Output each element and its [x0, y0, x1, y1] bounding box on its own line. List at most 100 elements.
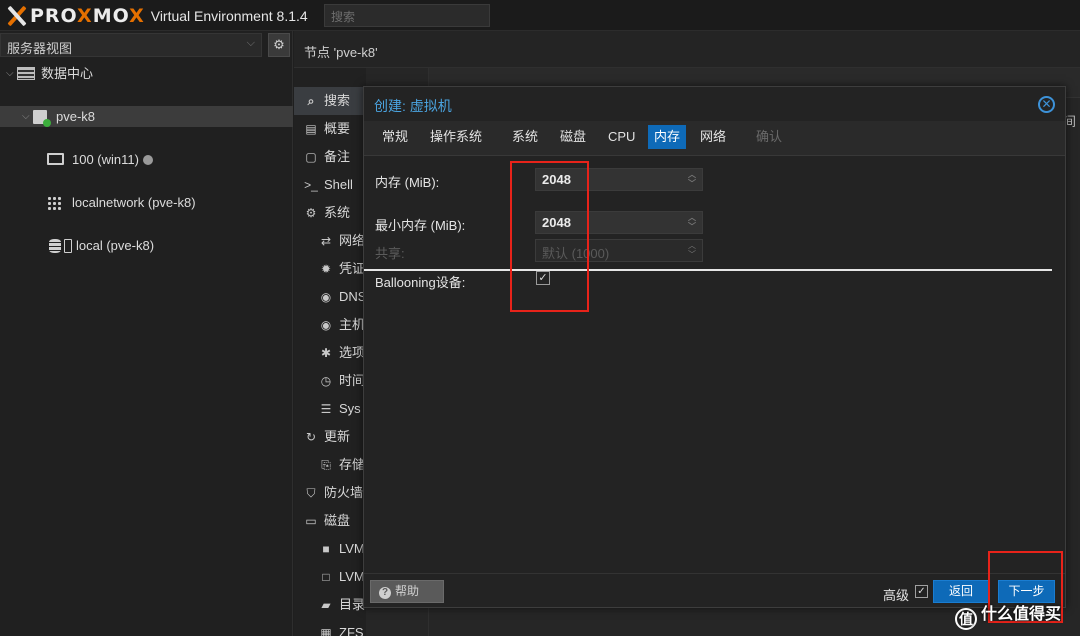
refresh-icon: ↻	[305, 430, 317, 444]
menu-item[interactable]: ⎘ 存储	[294, 451, 366, 479]
version-label: Virtual Environment 8.1.4	[150, 8, 308, 24]
section-divider	[364, 269, 1052, 271]
menu-item-label: 存储	[339, 457, 366, 472]
folder-icon: ▰	[321, 598, 331, 612]
tab-1[interactable]: 操作系统	[424, 125, 488, 149]
menu-item[interactable]: ✹ 凭证	[294, 255, 366, 283]
close-icon[interactable]: ✕	[1038, 96, 1055, 113]
tab-3[interactable]: 磁盘	[554, 125, 592, 149]
menu-item-label: 概要	[324, 121, 351, 136]
resource-tree-panel: 服务器视图 ⌵ ⚙ ⌵ 数据中心 ⌵ pve-k8 100 (win11) lo…	[0, 31, 293, 636]
globe-icon: ◉	[320, 290, 332, 304]
chevron-down-icon: ⌵	[246, 37, 255, 49]
menu-item-label: 磁盘	[324, 513, 351, 528]
tab-7[interactable]: 确认	[750, 125, 788, 149]
menu-item-label: 备注	[324, 149, 351, 164]
menu-item[interactable]: ◉ 主机	[294, 311, 366, 339]
menu-item[interactable]: ⌕ 搜索	[294, 87, 366, 115]
square-icon: ■	[322, 542, 330, 556]
menu-item-label: LVM	[339, 541, 365, 556]
menu-item-label: 搜索	[324, 93, 351, 108]
watermark: 值什么值得买	[955, 600, 1061, 630]
tree-item-network[interactable]: localnetwork (pve-k8)	[0, 192, 293, 213]
menu-item[interactable]: >_ Shell	[294, 171, 366, 199]
spinner-icon: ︿ ﹀	[688, 241, 696, 259]
chevron-down-icon[interactable]: ⌵	[22, 106, 30, 127]
help-button[interactable]: ? 帮助	[370, 580, 444, 603]
advanced-checkbox[interactable]: ✓	[915, 585, 928, 598]
menu-item[interactable]: □ LVM	[294, 563, 366, 591]
tree-item-node[interactable]: ⌵ pve-k8	[0, 106, 293, 127]
dialog-header: 创建: 虚拟机 ✕	[364, 87, 1065, 121]
annotation-box-memory	[510, 161, 589, 312]
tab-2[interactable]: 系统	[506, 125, 544, 149]
tab-5[interactable]: 内存	[648, 125, 687, 149]
menu-item[interactable]: ▤ 概要	[294, 115, 366, 143]
menu-item-label: Sys	[339, 401, 361, 416]
logo-text-x1: X	[77, 5, 93, 27]
advanced-label: 高级	[883, 588, 910, 603]
min-memory-label: 最小内存 (MiB):	[375, 218, 466, 233]
tree-item-vm[interactable]: 100 (win11)	[0, 149, 293, 170]
menu-item[interactable]: ⚙ 系统	[294, 199, 366, 227]
menu-item[interactable]: ■ LVM	[294, 535, 366, 563]
gear-icon: ✱	[320, 346, 332, 360]
proxmox-x-icon	[6, 5, 28, 27]
menu-item[interactable]: ◷ 时间	[294, 367, 366, 395]
tree-item-storage[interactable]: local (pve-k8)	[0, 235, 293, 256]
watermark-logo-icon: 值	[955, 608, 977, 630]
menu-item[interactable]: ▰ 目录	[294, 591, 366, 619]
memory-label: 内存 (MiB):	[375, 175, 440, 190]
view-selector-label: 服务器视图	[7, 41, 73, 56]
menu-item-label: 选项	[339, 345, 366, 360]
top-bar: PROXMOX Virtual Environment 8.1.4 搜索	[0, 0, 1080, 31]
resource-tree: ⌵ 数据中心 ⌵ pve-k8 100 (win11) localnetwork…	[0, 63, 293, 253]
storage-disk-icon	[64, 239, 72, 253]
menu-item[interactable]: ☰ Sys	[294, 395, 366, 423]
menu-item[interactable]: ✱ 选项	[294, 339, 366, 367]
menu-item[interactable]: ▢ 备注	[294, 143, 366, 171]
menu-item[interactable]: ↻ 更新	[294, 423, 366, 451]
tab-6[interactable]: 网络	[694, 125, 732, 149]
spinner-icon[interactable]: ︿ ﹀	[688, 213, 696, 231]
menu-item-label: LVM	[339, 569, 365, 584]
menu-item[interactable]: ⇄ 网络	[294, 227, 366, 255]
monitor-icon	[47, 153, 64, 165]
menu-item-label: 凭证	[339, 261, 366, 276]
tab-4[interactable]: CPU	[602, 125, 641, 149]
datacenter-icon	[17, 67, 35, 80]
create-vm-dialog: 创建: 虚拟机 ✕ 常规 操作系统 系统 磁盘 CPU 内存 网络 确认 内存 (MiB): …	[363, 86, 1066, 608]
memory-panel: 内存 (MiB): 2048 ︿ ﹀ 最小内存 (MiB): 2048 ︿ ﹀ 共享…	[364, 155, 1065, 573]
certificate-icon: ✹	[320, 262, 332, 276]
tab-0[interactable]: 常规	[376, 125, 414, 149]
clock-icon: ◷	[320, 374, 332, 388]
menu-item[interactable]: ⛉ 防火墙	[294, 479, 366, 507]
vm-stopped-icon	[142, 155, 153, 165]
terminal-icon: >_	[304, 178, 318, 192]
chevron-down-icon[interactable]: ⌵	[6, 63, 14, 84]
gears-icon: ⚙	[305, 206, 317, 220]
tree-item-datacenter[interactable]: ⌵ 数据中心	[0, 63, 293, 84]
menu-item-label: 主机	[339, 317, 366, 332]
ballooning-label: Ballooning设备:	[375, 275, 466, 290]
menu-item-label: 系统	[324, 205, 351, 220]
menu-item[interactable]: ▭ 磁盘	[294, 507, 366, 535]
menu-item[interactable]: ▦ ZFS	[294, 619, 366, 636]
spinner-icon[interactable]: ︿ ﹀	[688, 170, 696, 188]
gear-icon[interactable]: ⚙	[268, 33, 290, 57]
question-icon: ?	[379, 587, 391, 599]
disk-icon: ▭	[305, 514, 317, 528]
proxmox-logo[interactable]: PROXMOX Virtual Environment 8.1.4	[6, 4, 308, 28]
menu-item[interactable]: ◉ DNS	[294, 283, 366, 311]
menu-item-label: 网络	[339, 233, 366, 248]
help-label: 帮助	[395, 584, 420, 598]
view-selector[interactable]: 服务器视图 ⌵	[0, 33, 262, 57]
grid-icon: ▦	[320, 626, 332, 636]
network-grid-icon	[47, 196, 63, 210]
node-menu: ⌕ 搜索 ▤ 概要 ▢ 备注 >_ Shell ⚙ 系统 ⇄ 网络 ✹ 凭证 ◉ DNS ◉ 主机 ✱ 选项 ◷ 时间 ☰ S…	[294, 68, 366, 636]
node-online-icon	[33, 110, 51, 127]
shield-icon: ⛉	[306, 486, 316, 500]
menu-item-label: 时间	[339, 373, 366, 388]
search-input[interactable]: 搜索	[324, 4, 490, 27]
database-icon	[49, 239, 61, 253]
